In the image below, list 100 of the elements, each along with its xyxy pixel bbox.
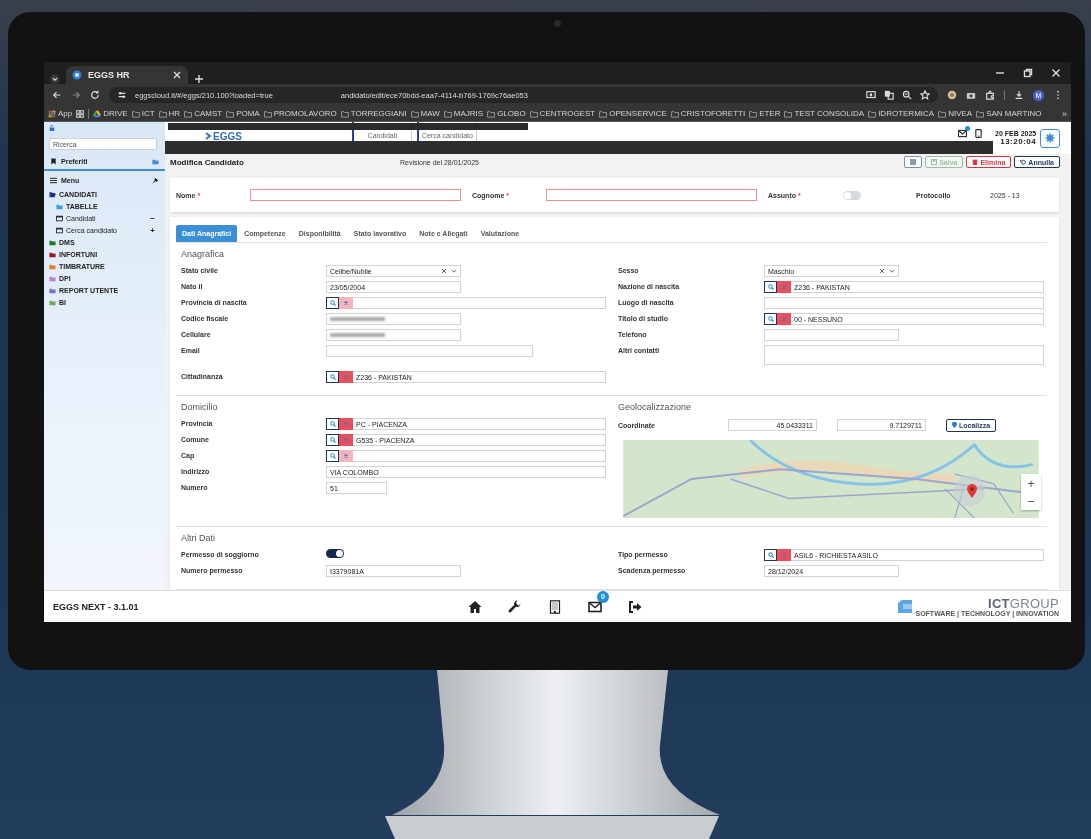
zoom-icon[interactable] <box>902 90 912 100</box>
brand-name: ICTGROUP <box>988 596 1059 610</box>
toggle-switch[interactable] <box>843 190 861 200</box>
search-button[interactable] <box>764 281 777 293</box>
folder-icon <box>784 109 793 118</box>
list-button[interactable] <box>904 156 923 168</box>
action-button[interactable]: − <box>150 213 155 223</box>
more-bookmarks-button[interactable]: » <box>1062 108 1067 119</box>
translate-icon[interactable] <box>884 90 894 100</box>
chevron-down-icon[interactable] <box>889 268 895 274</box>
bookmark-link[interactable]: MAJRIS <box>443 109 484 118</box>
search-button[interactable] <box>764 313 777 325</box>
bookmark-link[interactable]: CRISTOFORETTI <box>670 109 746 118</box>
zoom-in-button[interactable]: + <box>1021 474 1041 492</box>
input-field[interactable] <box>353 297 606 309</box>
input-field[interactable] <box>546 189 757 201</box>
settings-button[interactable] <box>1040 128 1061 148</box>
clear-icon[interactable] <box>441 268 447 274</box>
folder-icon <box>599 109 608 118</box>
bookmark-link[interactable]: CENTROGEST <box>529 109 596 118</box>
trash-icon <box>972 159 979 165</box>
bookmark-link[interactable]: HR <box>158 109 181 118</box>
close-icon[interactable] <box>172 70 182 80</box>
mail-icon[interactable] <box>588 599 602 614</box>
folder-icon[interactable] <box>152 158 159 165</box>
sign-out-icon[interactable] <box>628 599 642 614</box>
browser-tab[interactable]: EGGS HR <box>66 66 188 84</box>
bookmark-link[interactable]: PROMOLAVORO <box>263 109 337 118</box>
star-icon[interactable] <box>920 90 930 100</box>
reload-icon[interactable] <box>90 90 100 100</box>
bookmark-link[interactable]: ETER <box>749 109 781 118</box>
puzzle-icon[interactable] <box>985 90 995 100</box>
lock-icon[interactable] <box>49 125 55 131</box>
pin-icon[interactable] <box>152 177 159 184</box>
chevron-down-icon[interactable] <box>451 268 457 274</box>
search-icon <box>329 453 336 459</box>
bookmark-link[interactable]: TORREGGIANI <box>340 109 407 118</box>
wrench-icon[interactable] <box>508 599 522 614</box>
search-button[interactable] <box>764 549 777 561</box>
folder-icon <box>263 109 272 118</box>
input-field[interactable] <box>326 313 461 325</box>
bookmark-link[interactable]: POMA <box>226 109 260 118</box>
bookmark-link[interactable]: GLOBO <box>487 109 526 118</box>
bookmark-link[interactable]: TEST CONSOLIDA <box>784 109 865 118</box>
bookmarks-button[interactable] <box>76 109 85 118</box>
bookmark-link[interactable]: SAN MARTINO <box>976 109 1042 118</box>
search-button[interactable] <box>326 434 339 446</box>
phone-icon[interactable] <box>974 129 983 138</box>
bookmark-link[interactable]: App <box>48 109 73 118</box>
input-field[interactable] <box>764 297 1044 309</box>
section-title: Anagrafica <box>181 249 226 261</box>
folder-icon <box>410 109 419 118</box>
grid-icon <box>76 109 85 118</box>
search-button[interactable] <box>326 297 339 309</box>
clear-icon <box>781 284 787 290</box>
page-title: Modifica Candidato <box>170 157 245 167</box>
tab-search-icon[interactable] <box>50 74 60 84</box>
camera-icon[interactable] <box>966 90 976 100</box>
save-icon <box>931 159 938 165</box>
action-button[interactable]: + <box>150 225 155 235</box>
apps-icon <box>48 109 56 118</box>
zoom-out-button[interactable]: − <box>1021 492 1041 510</box>
notification-badge <box>965 126 970 131</box>
building-icon[interactable] <box>548 599 562 614</box>
search-icon <box>767 316 774 322</box>
input-field[interactable] <box>764 329 899 341</box>
new-tab-icon[interactable] <box>194 74 204 84</box>
chevron-icon <box>205 132 212 140</box>
folder-icon <box>487 109 496 118</box>
site-settings-icon[interactable] <box>117 90 127 100</box>
bookmark-link[interactable]: IDROTERMICA <box>868 109 935 118</box>
mail-icon[interactable] <box>958 129 967 138</box>
bookmark-link[interactable]: NIVEA <box>938 109 973 118</box>
restore-icon[interactable] <box>1023 68 1033 78</box>
bookmark-link[interactable]: ICT <box>131 109 155 118</box>
search-icon <box>329 421 336 427</box>
bookmark-link[interactable]: CAMST <box>184 109 223 118</box>
input-field[interactable] <box>250 189 461 201</box>
back-icon[interactable] <box>52 90 62 100</box>
bookmark-link[interactable]: MAW <box>410 109 440 118</box>
input-field[interactable] <box>353 450 606 462</box>
folder-icon <box>938 109 947 118</box>
clear-icon <box>343 421 349 427</box>
clear-icon[interactable] <box>879 268 885 274</box>
bookmark-link[interactable]: OPENSERVICE <box>599 109 667 118</box>
input-field[interactable] <box>326 329 461 341</box>
list-icon <box>910 159 917 165</box>
search-button[interactable] <box>326 371 339 383</box>
search-button[interactable] <box>326 418 339 430</box>
toggle-switch[interactable] <box>326 549 344 558</box>
close-icon[interactable] <box>1051 68 1061 78</box>
install-icon[interactable] <box>866 90 876 100</box>
download-icon[interactable] <box>1014 90 1024 100</box>
extension-icon[interactable] <box>947 90 957 100</box>
search-button[interactable] <box>326 450 339 462</box>
search-icon <box>767 284 774 290</box>
bookmark-link[interactable]: DRIVE <box>93 109 128 118</box>
input-field[interactable] <box>326 345 533 357</box>
forward-icon[interactable] <box>71 90 81 100</box>
home-icon[interactable] <box>468 599 482 614</box>
